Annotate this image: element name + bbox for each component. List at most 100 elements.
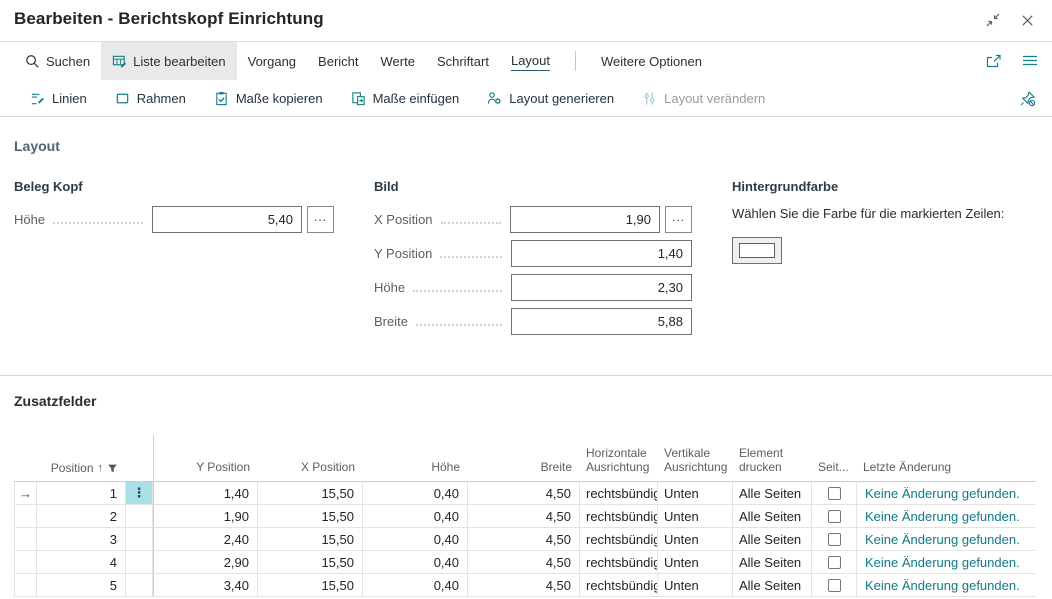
cell-x-position[interactable]: 15,50	[258, 528, 363, 551]
menu-item-weitere-optionen[interactable]: Weitere Optionen	[590, 42, 713, 80]
toolbar-item-masse-kopieren[interactable]: Maße kopieren	[214, 91, 323, 106]
row-indicator	[14, 574, 37, 597]
header-element-drucken[interactable]: Element drucken	[733, 446, 812, 481]
cell-x-position[interactable]: 15,50	[258, 482, 363, 505]
bild-hoehe-input[interactable]	[511, 274, 692, 301]
share-icon[interactable]	[985, 53, 1002, 69]
cell-letzte-aenderung[interactable]: Keine Änderung gefunden.	[857, 574, 1036, 597]
bild-x-position-input[interactable]	[510, 206, 660, 233]
cell-hoehe[interactable]: 0,40	[363, 482, 468, 505]
row-options-button[interactable]	[126, 551, 153, 574]
cell-x-position[interactable]: 15,50	[258, 551, 363, 574]
seitenansicht-checkbox[interactable]	[828, 533, 841, 546]
header-x-position[interactable]: X Position	[258, 460, 363, 481]
page-title: Bearbeiten - Berichtskopf Einrichtung	[14, 9, 324, 29]
toolbar-item-layout-generieren[interactable]: Layout generieren	[487, 91, 614, 106]
menu-item-liste-bearbeiten[interactable]: Liste bearbeiten	[101, 42, 237, 80]
cell-position[interactable]: 2	[37, 505, 126, 528]
cell-letzte-aenderung[interactable]: Keine Änderung gefunden.	[857, 505, 1036, 528]
cell-horizontale-ausrichtung[interactable]: rechtsbündig	[580, 482, 658, 505]
header-letzte-aenderung[interactable]: Letzte Änderung	[857, 460, 1036, 481]
cell-breite[interactable]: 4,50	[468, 551, 580, 574]
menu-item-suchen[interactable]: Suchen	[14, 42, 101, 80]
cell-y-position[interactable]: 1,40	[153, 482, 258, 505]
cell-vertikale-ausrichtung[interactable]: Unten	[658, 482, 733, 505]
menu-item-vorgang[interactable]: Vorgang	[237, 42, 307, 80]
cell-horizontale-ausrichtung[interactable]: rechtsbündig	[580, 574, 658, 597]
menu-item-werte[interactable]: Werte	[370, 42, 426, 80]
cell-element-drucken[interactable]: Alle Seiten	[733, 574, 812, 597]
cell-breite[interactable]: 4,50	[468, 574, 580, 597]
cell-position[interactable]: 3	[37, 528, 126, 551]
cell-horizontale-ausrichtung[interactable]: rechtsbündig	[580, 528, 658, 551]
cell-y-position[interactable]: 1,90	[153, 505, 258, 528]
field-beleg-hoehe: Höhe ...	[14, 206, 334, 233]
bild-breite-input[interactable]	[511, 308, 692, 335]
cell-horizontale-ausrichtung[interactable]: rechtsbündig	[580, 505, 658, 528]
group-hintergrundfarbe-title: Hintergrundfarbe	[732, 179, 1036, 194]
seitenansicht-checkbox[interactable]	[828, 579, 841, 592]
group-beleg-kopf: Beleg Kopf Höhe ...	[14, 179, 334, 342]
menu-item-schriftart[interactable]: Schriftart	[426, 42, 500, 80]
cell-horizontale-ausrichtung[interactable]: rechtsbündig	[580, 551, 658, 574]
menu-item-layout[interactable]: Layout	[500, 42, 561, 80]
header-y-position[interactable]: Y Position	[153, 460, 258, 481]
cell-x-position[interactable]: 15,50	[258, 574, 363, 597]
cell-letzte-aenderung[interactable]: Keine Änderung gefunden.	[857, 528, 1036, 551]
list-view-icon[interactable]	[1022, 54, 1038, 68]
cell-letzte-aenderung[interactable]: Keine Änderung gefunden.	[857, 551, 1036, 574]
cell-hoehe[interactable]: 0,40	[363, 574, 468, 597]
row-options-button[interactable]	[126, 528, 153, 551]
cell-hoehe[interactable]: 0,40	[363, 505, 468, 528]
assist-edit-button[interactable]: ...	[665, 206, 692, 233]
toolbar-item-masse-einfuegen[interactable]: Maße einfügen	[351, 91, 460, 106]
cell-y-position[interactable]: 2,40	[153, 528, 258, 551]
header-horizontale-ausrichtung[interactable]: Horizontale Ausrichtung	[580, 446, 658, 481]
cell-vertikale-ausrichtung[interactable]: Unten	[658, 505, 733, 528]
header-hoehe[interactable]: Höhe	[363, 460, 468, 481]
cell-position[interactable]: 5	[37, 574, 126, 597]
header-row-indicator	[14, 474, 37, 481]
cell-vertikale-ausrichtung[interactable]: Unten	[658, 574, 733, 597]
row-options-button[interactable]	[126, 505, 153, 528]
cell-breite[interactable]: 4,50	[468, 505, 580, 528]
cell-y-position[interactable]: 2,90	[153, 551, 258, 574]
cell-element-drucken[interactable]: Alle Seiten	[733, 505, 812, 528]
collapse-icon[interactable]	[984, 11, 1002, 29]
seitenansicht-checkbox[interactable]	[828, 510, 841, 523]
seitenansicht-checkbox[interactable]	[828, 556, 841, 569]
assist-edit-button[interactable]: ...	[307, 206, 334, 233]
cell-x-position[interactable]: 15,50	[258, 505, 363, 528]
beleg-hoehe-input[interactable]	[152, 206, 302, 233]
close-icon[interactable]	[1018, 11, 1036, 29]
background-color-description: Wählen Sie die Farbe für die markierten …	[732, 206, 1036, 221]
cell-element-drucken[interactable]: Alle Seiten	[733, 551, 812, 574]
row-options-button[interactable]: ⋮	[126, 482, 153, 505]
header-breite[interactable]: Breite	[468, 460, 580, 481]
cell-position[interactable]: 4	[37, 551, 126, 574]
toolbar-item-linien[interactable]: Linien	[30, 91, 87, 106]
cell-element-drucken[interactable]: Alle Seiten	[733, 482, 812, 505]
cell-breite[interactable]: 4,50	[468, 482, 580, 505]
header-position[interactable]: Position ↑	[37, 461, 126, 481]
header-seitenansicht[interactable]: Seit...	[812, 460, 857, 481]
cell-hoehe[interactable]: 0,40	[363, 528, 468, 551]
field-label: Höhe	[374, 280, 405, 295]
cell-position[interactable]: 1	[37, 482, 126, 505]
bild-y-position-input[interactable]	[511, 240, 692, 267]
toolbar-item-layout-veraendern[interactable]: Layout verändern	[642, 91, 765, 106]
unpin-icon[interactable]	[1019, 90, 1036, 107]
color-picker-swatch[interactable]	[732, 237, 782, 264]
cell-element-drucken[interactable]: Alle Seiten	[733, 528, 812, 551]
cell-breite[interactable]: 4,50	[468, 528, 580, 551]
seitenansicht-checkbox[interactable]	[828, 487, 841, 500]
toolbar-item-rahmen[interactable]: Rahmen	[115, 91, 186, 106]
cell-vertikale-ausrichtung[interactable]: Unten	[658, 528, 733, 551]
cell-hoehe[interactable]: 0,40	[363, 551, 468, 574]
row-options-button[interactable]	[126, 574, 153, 597]
menu-item-bericht[interactable]: Bericht	[307, 42, 369, 80]
cell-vertikale-ausrichtung[interactable]: Unten	[658, 551, 733, 574]
header-vertikale-ausrichtung[interactable]: Vertikale Ausrichtung	[658, 446, 733, 481]
cell-y-position[interactable]: 3,40	[153, 574, 258, 597]
cell-letzte-aenderung[interactable]: Keine Änderung gefunden.	[857, 482, 1036, 505]
